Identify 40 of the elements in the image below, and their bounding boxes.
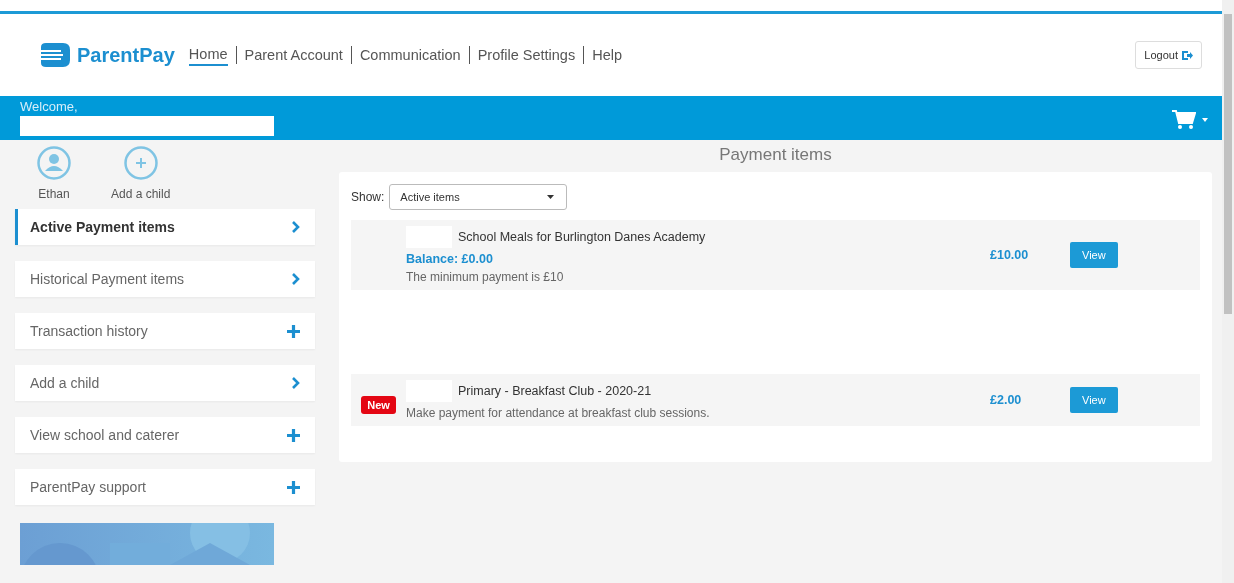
show-dropdown[interactable]: Active items — [389, 184, 568, 210]
nav-link[interactable]: Profile Settings — [477, 45, 576, 65]
caret-icon — [1202, 118, 1208, 122]
item-amount: £10.00 — [990, 248, 1030, 262]
sidebar-item[interactable]: View school and caterer — [15, 417, 315, 453]
nav-link[interactable]: Help — [592, 45, 622, 65]
chevron-right-icon — [292, 221, 300, 233]
balance-text: Balance: £0.00 — [406, 252, 494, 266]
brand-name: ParentPay — [77, 43, 175, 67]
caret-icon — [547, 195, 555, 199]
sidebar-item[interactable]: Add a child — [15, 365, 315, 401]
chevron-right-icon — [292, 377, 300, 389]
plus-icon — [287, 324, 300, 338]
nav-link[interactable]: Parent Account — [244, 45, 343, 65]
cart-icon — [1172, 110, 1196, 130]
welcome-text: Welcome, — [20, 99, 79, 114]
child-link[interactable]: Add a child — [111, 187, 171, 201]
item-title: School Meals for Burlington Danes Academy — [458, 230, 706, 244]
sidebar-item[interactable]: Transaction history — [15, 313, 315, 349]
item-title: Primary - Breakfast Club - 2020-21 — [458, 384, 652, 398]
plus-icon — [287, 480, 300, 494]
chevron-right-icon — [292, 273, 300, 285]
logout-icon — [1181, 49, 1193, 61]
item-amount: £2.00 — [990, 393, 1023, 407]
nav-link[interactable]: Home — [188, 44, 228, 66]
new-badge: New — [361, 396, 396, 414]
page-title: Payment items — [718, 144, 833, 166]
nav-link[interactable]: Communication — [359, 45, 461, 65]
child-link[interactable]: Ethan — [38, 187, 70, 201]
item-note: Make payment for attendance at breakfast club sessions. — [406, 406, 711, 420]
sidebar-item[interactable]: Historical Payment items — [15, 261, 315, 297]
item-note: The minimum payment is £10 — [406, 270, 565, 284]
logout-button[interactable]: Logout — [1135, 41, 1202, 69]
scrollbar[interactable] — [1222, 0, 1234, 583]
plus-icon — [287, 428, 300, 442]
add-icon — [123, 146, 158, 180]
person-icon — [37, 146, 71, 180]
sidebar-item[interactable]: Active Payment items — [15, 209, 315, 245]
sidebar-item[interactable]: ParentPay support — [15, 469, 315, 505]
filter-label: Show: — [351, 190, 385, 204]
